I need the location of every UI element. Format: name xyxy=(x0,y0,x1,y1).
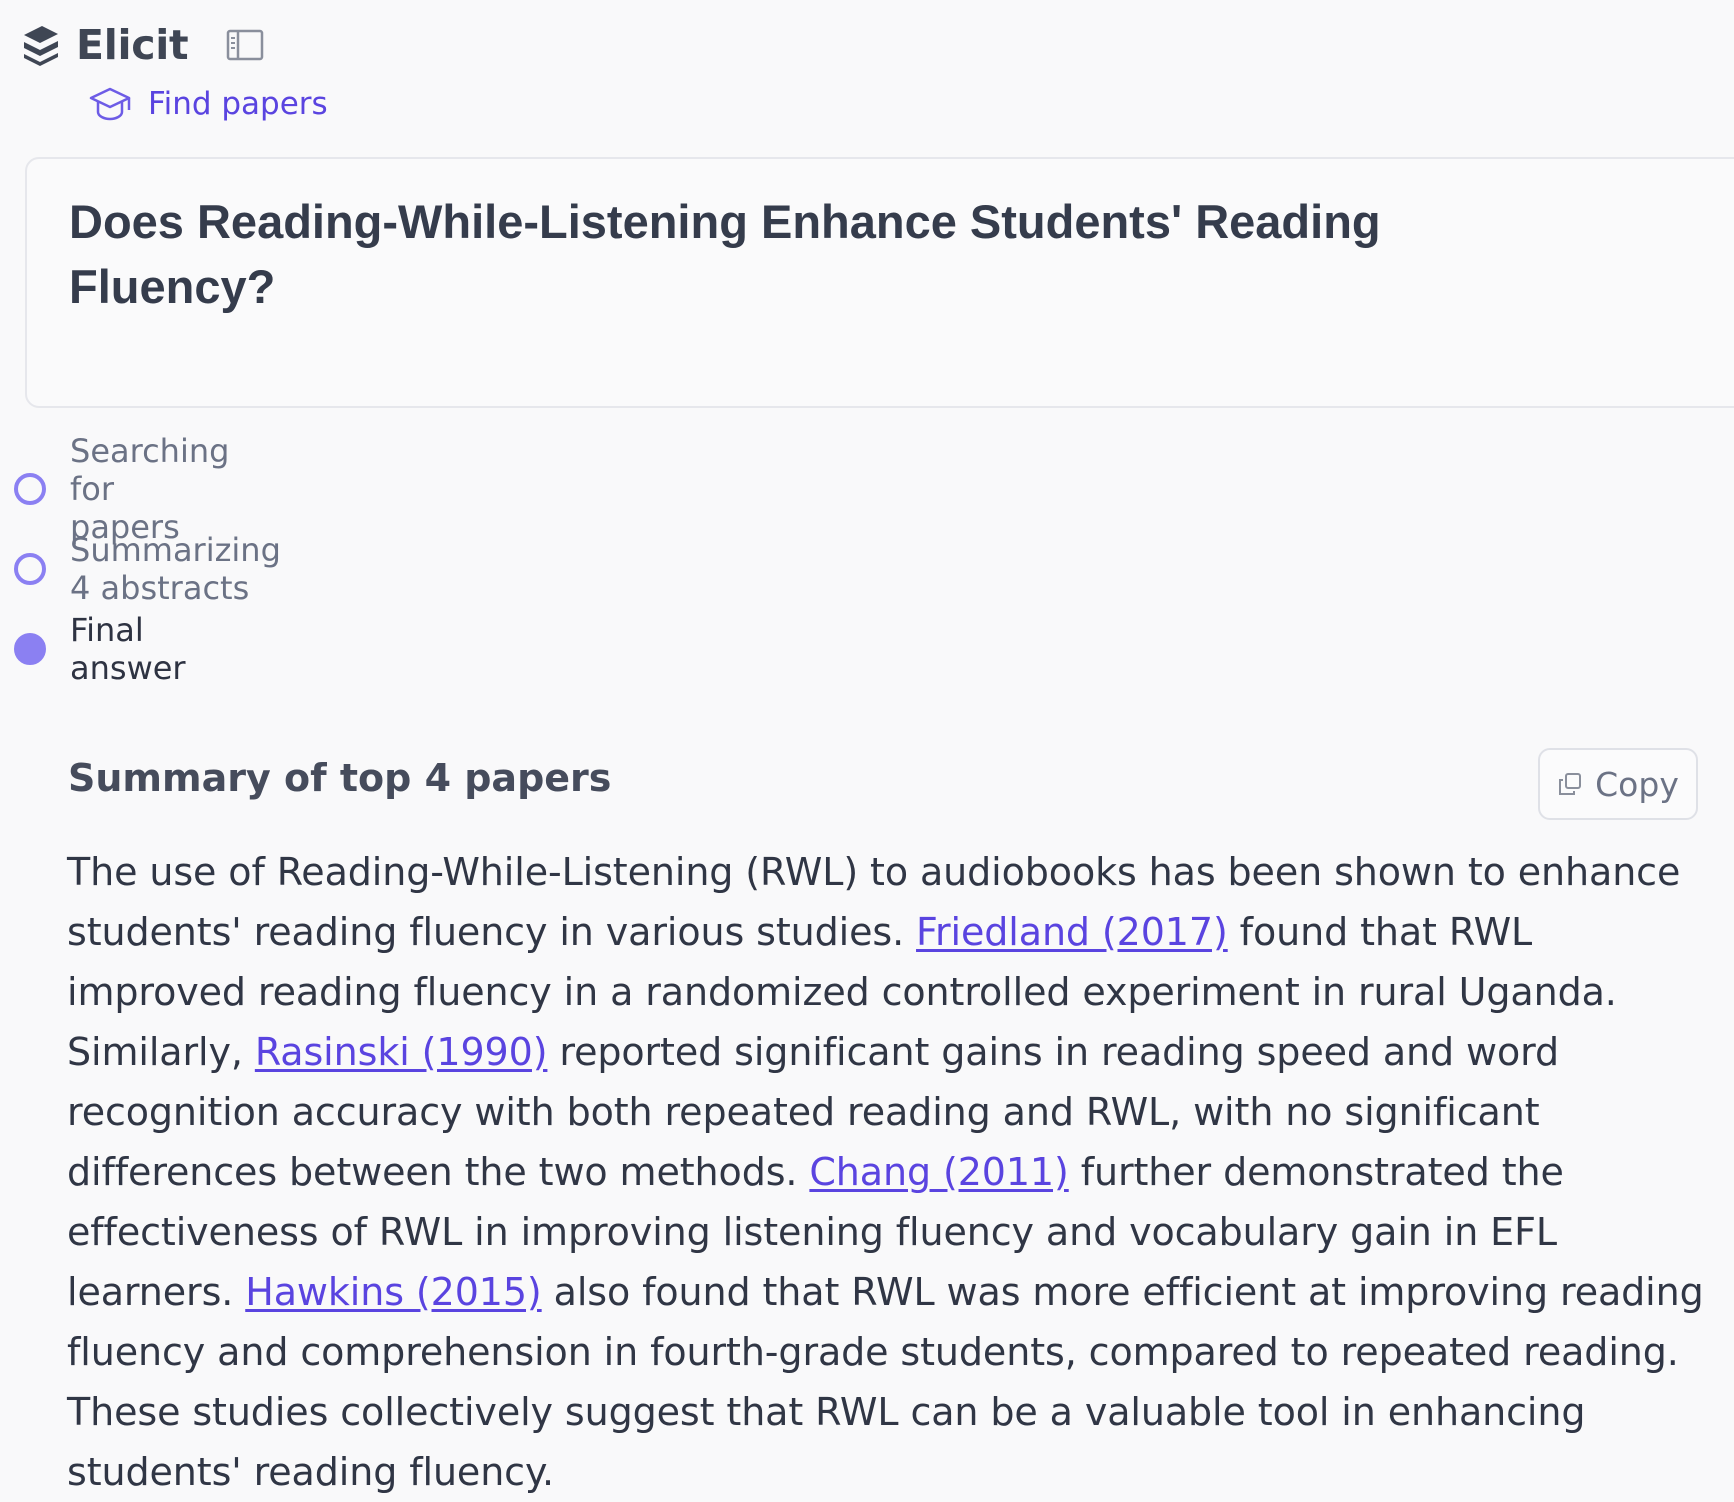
step-final-answer: Final answer xyxy=(14,611,186,687)
copy-button-label: Copy xyxy=(1595,764,1679,804)
nav-find-papers-label: Find papers xyxy=(148,86,328,122)
step-complete-icon xyxy=(14,553,46,585)
step-summarizing: Summarizing 4 abstracts xyxy=(14,531,281,607)
sidebar-toggle-icon[interactable] xyxy=(226,28,264,62)
copy-button[interactable]: Copy xyxy=(1538,748,1698,820)
question-card: Does Reading-While-Listening Enhance Stu… xyxy=(25,157,1734,408)
brand: Elicit xyxy=(20,18,189,72)
citation-link-rasinski[interactable]: Rasinski (1990) xyxy=(255,1030,548,1074)
summary-body: The use of Reading-While-Listening (RWL)… xyxy=(67,842,1707,1502)
summary-heading: Summary of top 4 papers xyxy=(68,756,612,800)
citation-link-friedland[interactable]: Friedland (2017) xyxy=(916,910,1228,954)
elicit-logo-icon xyxy=(24,26,58,66)
app-name: Elicit xyxy=(76,21,189,69)
step-searching: Searching for papers xyxy=(14,432,229,546)
copy-icon xyxy=(1559,773,1582,795)
step-label: Summarizing 4 abstracts xyxy=(70,531,281,607)
citation-link-chang[interactable]: Chang (2011) xyxy=(809,1150,1068,1194)
citation-link-hawkins[interactable]: Hawkins (2015) xyxy=(245,1270,542,1314)
step-active-icon xyxy=(14,633,46,665)
step-label: Searching for papers xyxy=(70,432,230,546)
graduation-cap-icon xyxy=(89,87,131,121)
nav-find-papers[interactable]: Find papers xyxy=(88,78,328,130)
step-complete-icon xyxy=(14,473,46,505)
step-label: Final answer xyxy=(70,611,186,687)
question-title: Does Reading-While-Listening Enhance Stu… xyxy=(69,195,1381,313)
